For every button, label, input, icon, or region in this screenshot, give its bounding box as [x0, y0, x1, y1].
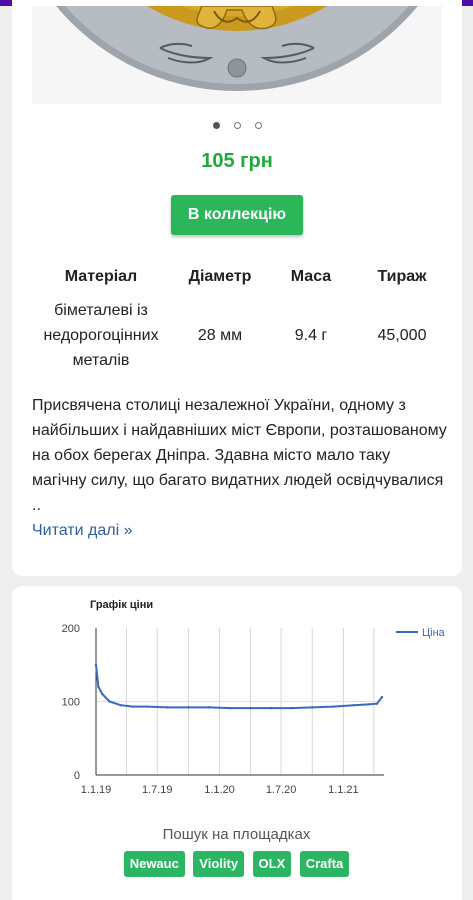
chart-x-tick-label: 1.1.21 — [328, 784, 359, 796]
specs-table: Матеріал Діаметр Маса Тираж біметалеві і… — [30, 268, 450, 373]
chart-data-point — [228, 706, 232, 710]
chart-data-point — [380, 695, 384, 699]
marketplace-badges: Newauc Violity OLX Crafta — [0, 851, 473, 877]
marketplace-olx-button[interactable]: OLX — [252, 851, 292, 877]
chart-x-tick-label: 1.7.20 — [266, 784, 297, 796]
marketplace-violity-button[interactable]: Violity — [193, 851, 245, 877]
header-mintage: Тираж — [377, 268, 427, 285]
coin-card: 105 грн В коллекцію Матеріал Діаметр Мас… — [12, 0, 462, 576]
chart-data-point — [94, 663, 98, 666]
coin-image[interactable] — [32, 6, 442, 104]
chart-data-point — [269, 706, 273, 710]
price-chart: Графік ціни 0 100 200 1.1.19 1.7.19 1.1.20 1.7.… — [62, 599, 446, 796]
chart-data-point — [352, 703, 356, 707]
chart-data-point — [145, 705, 149, 708]
coin-description: Присвячена столиці незалежної України, о… — [32, 393, 447, 543]
chart-data-point — [331, 705, 335, 708]
chart-x-tick-label: 1.1.20 — [204, 784, 235, 796]
chart-data-point — [249, 706, 252, 710]
chart-data-point — [119, 703, 122, 707]
carousel-dot[interactable] — [212, 122, 220, 129]
add-to-collection-button[interactable]: В коллекцію — [171, 195, 303, 235]
chart-y-tick-label: 0 — [74, 770, 80, 782]
material-line: біметалеві із — [54, 302, 148, 319]
coin-picture — [56, 6, 418, 91]
chart-data-point — [375, 702, 379, 705]
chart-data-point — [311, 706, 314, 709]
chart-data-point — [166, 706, 169, 709]
carousel-dot[interactable] — [233, 122, 241, 129]
chart-y-tick-label: 200 — [62, 623, 80, 635]
specs-header-row: Матеріал Діаметр Маса Тираж — [30, 268, 450, 294]
header-diameter: Діаметр — [188, 268, 252, 285]
mintage-value: 45,000 — [377, 327, 427, 344]
chart-data-point — [366, 703, 370, 706]
chart-title: Графік ціни — [90, 599, 153, 611]
diameter-value: 28 мм — [197, 327, 243, 344]
marketplace-search-label: Пошук на площадках — [162, 826, 311, 843]
carousel-indicators — [12, 116, 462, 134]
chart-data-point — [101, 692, 104, 696]
chart-y-tick-label: 100 — [62, 697, 80, 709]
material-value: біметалеві із недорогоцінних металів — [30, 298, 172, 373]
mass-value: 9.4 г — [294, 327, 328, 344]
specs-values-row: біметалеві із недорогоцінних металів 28 … — [30, 298, 450, 373]
chart-data-point — [97, 685, 100, 688]
marketplace-newauc-button[interactable]: Newauc — [123, 851, 185, 877]
read-more-link[interactable]: Читати далі » — [32, 518, 447, 543]
chart-legend-label: Ціна — [422, 627, 446, 639]
chart-data-point — [131, 705, 135, 708]
coin-price: 105 грн — [201, 150, 273, 172]
material-line: металів — [72, 352, 130, 369]
chart-x-tick-label: 1.1.19 — [81, 784, 112, 796]
marketplace-crafta-button[interactable]: Crafta — [299, 851, 350, 877]
carousel-dot[interactable] — [254, 122, 262, 129]
header-material: Матеріал — [64, 268, 138, 285]
chart-data-point — [187, 706, 190, 709]
description-text: Присвячена столиці незалежної України, о… — [32, 397, 447, 514]
header-mass: Маса — [290, 268, 332, 285]
chart-x-tick-label: 1.7.19 — [142, 784, 173, 796]
chart-data-point — [108, 700, 111, 703]
material-line: недорогоцінних — [43, 327, 159, 344]
chart-data-point — [290, 706, 293, 710]
chart-data-point — [207, 706, 211, 709]
